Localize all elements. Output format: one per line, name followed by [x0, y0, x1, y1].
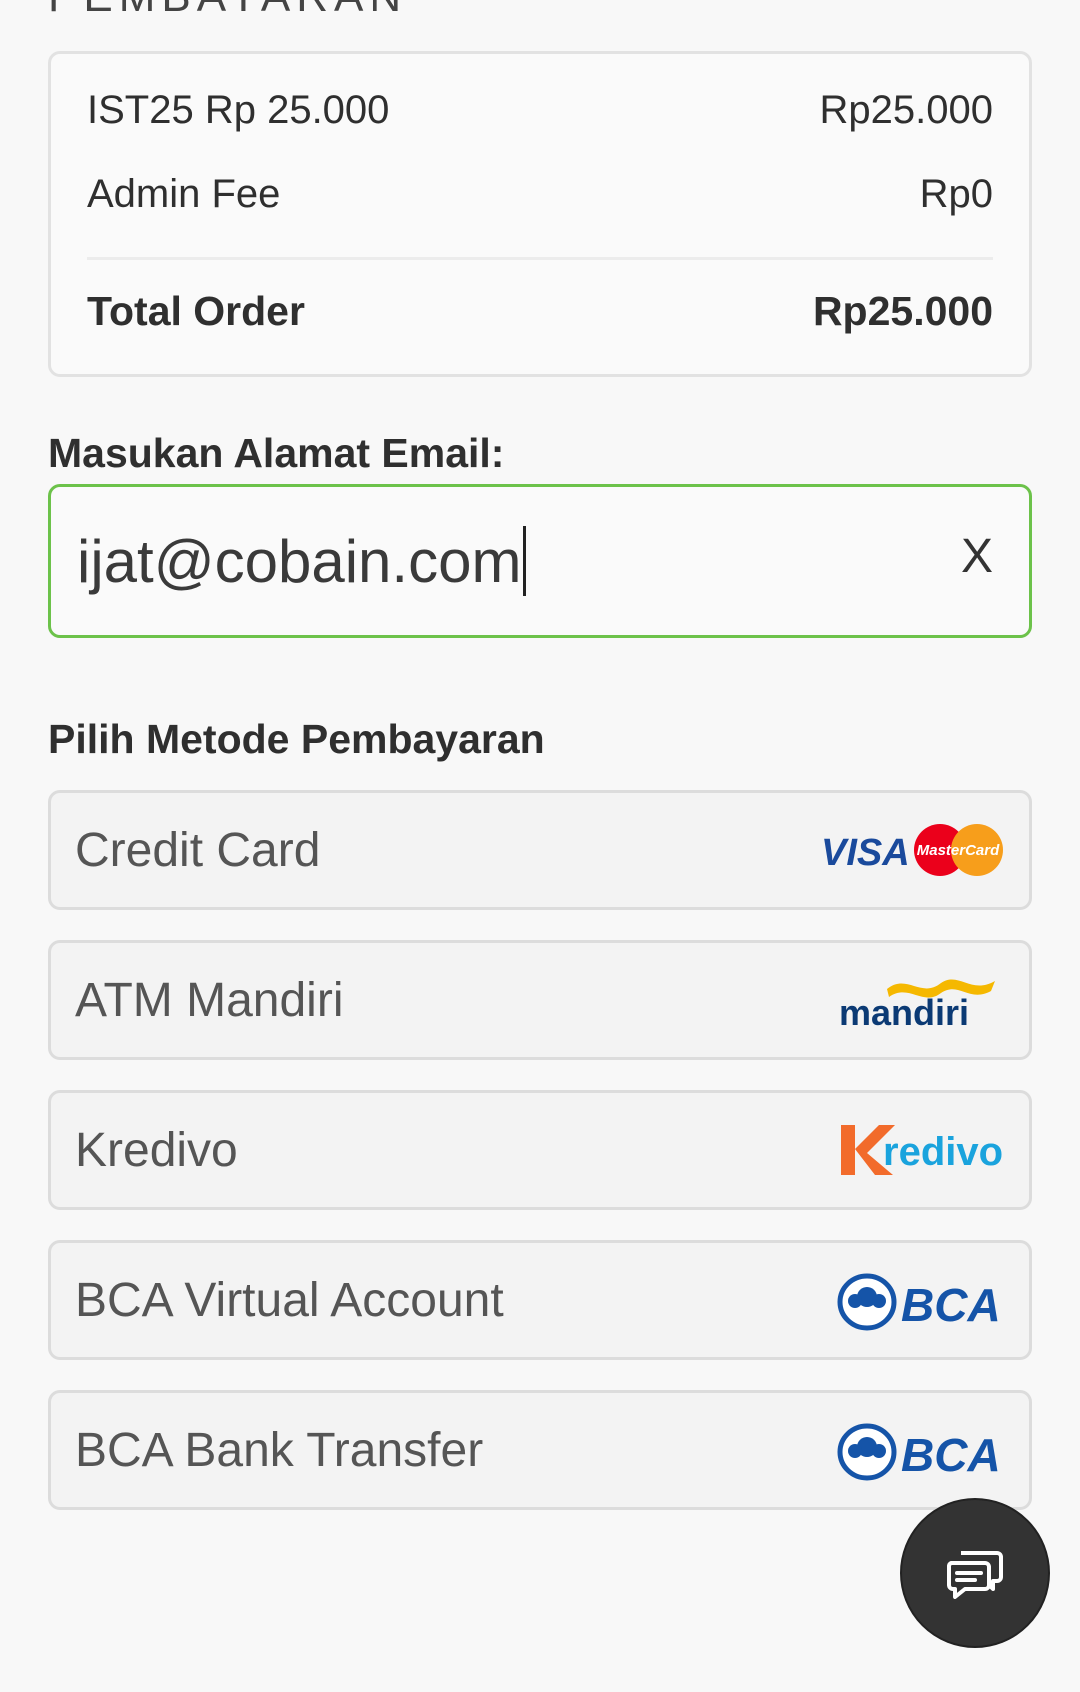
- payment-option-atm-mandiri[interactable]: ATM Mandiri mandiri: [48, 940, 1032, 1060]
- bca-logo: BCA: [837, 1273, 1001, 1331]
- bca-logo: BCA: [837, 1423, 1001, 1481]
- mandiri-logo-text: mandiri: [839, 992, 969, 1031]
- item-label: IST25 Rp 25.000: [87, 88, 390, 132]
- summary-divider: [87, 257, 993, 260]
- email-value: ijat@cobain.com: [77, 528, 522, 595]
- payment-option-credit-card[interactable]: Credit Card VISA MasterCard: [48, 790, 1032, 910]
- page-heading: PEMBAYARAN: [48, 0, 407, 22]
- bca-logo-text: BCA: [901, 1429, 1001, 1481]
- mastercard-logo-text: MasterCard: [917, 842, 1000, 859]
- payment-option-label: Credit Card: [75, 824, 321, 877]
- bca-logo-text: BCA: [901, 1279, 1001, 1331]
- summary-item-row: IST25 Rp 25.000 Rp25.000: [87, 88, 993, 133]
- total-label: Total Order: [87, 288, 305, 334]
- item-price: Rp25.000: [819, 88, 993, 132]
- payment-option-kredivo[interactable]: Kredivo redivo: [48, 1090, 1032, 1210]
- chat-icon: [947, 1551, 1003, 1599]
- payment-option-bca-bank-transfer[interactable]: BCA Bank Transfer BCA: [48, 1390, 1032, 1510]
- payment-option-label: Kredivo: [75, 1124, 238, 1177]
- admin-fee-value: Rp0: [919, 172, 993, 216]
- email-input[interactable]: ijat@cobain.com X: [48, 484, 1032, 638]
- email-label: Masukan Alamat Email:: [48, 430, 505, 476]
- payment-option-bca-virtual-account[interactable]: BCA Virtual Account BCA: [48, 1240, 1032, 1360]
- text-caret: [523, 526, 527, 596]
- admin-fee-row: Admin Fee Rp0: [87, 172, 993, 217]
- clear-email-button[interactable]: X: [961, 529, 993, 584]
- visa-logo-text: VISA: [821, 832, 910, 874]
- admin-fee-label: Admin Fee: [87, 172, 281, 216]
- visa-mastercard-logo: VISA MasterCard: [821, 824, 1003, 876]
- mandiri-logo: mandiri: [839, 979, 995, 1031]
- kredivo-logo: redivo: [841, 1125, 1003, 1175]
- total-value: Rp25.000: [812, 288, 993, 334]
- chat-button[interactable]: [900, 1498, 1050, 1648]
- order-summary-card: IST25 Rp 25.000 Rp25.000 Admin Fee Rp0 T…: [48, 51, 1032, 377]
- payment-option-label: BCA Virtual Account: [75, 1274, 504, 1327]
- total-order-row: Total Order Rp25.000: [87, 288, 993, 335]
- payment-option-label: BCA Bank Transfer: [75, 1424, 484, 1477]
- kredivo-k-stem: [841, 1125, 855, 1175]
- payment-method-title: Pilih Metode Pembayaran: [48, 716, 545, 762]
- payment-option-label: ATM Mandiri: [75, 974, 344, 1027]
- kredivo-logo-text: redivo: [883, 1130, 1003, 1174]
